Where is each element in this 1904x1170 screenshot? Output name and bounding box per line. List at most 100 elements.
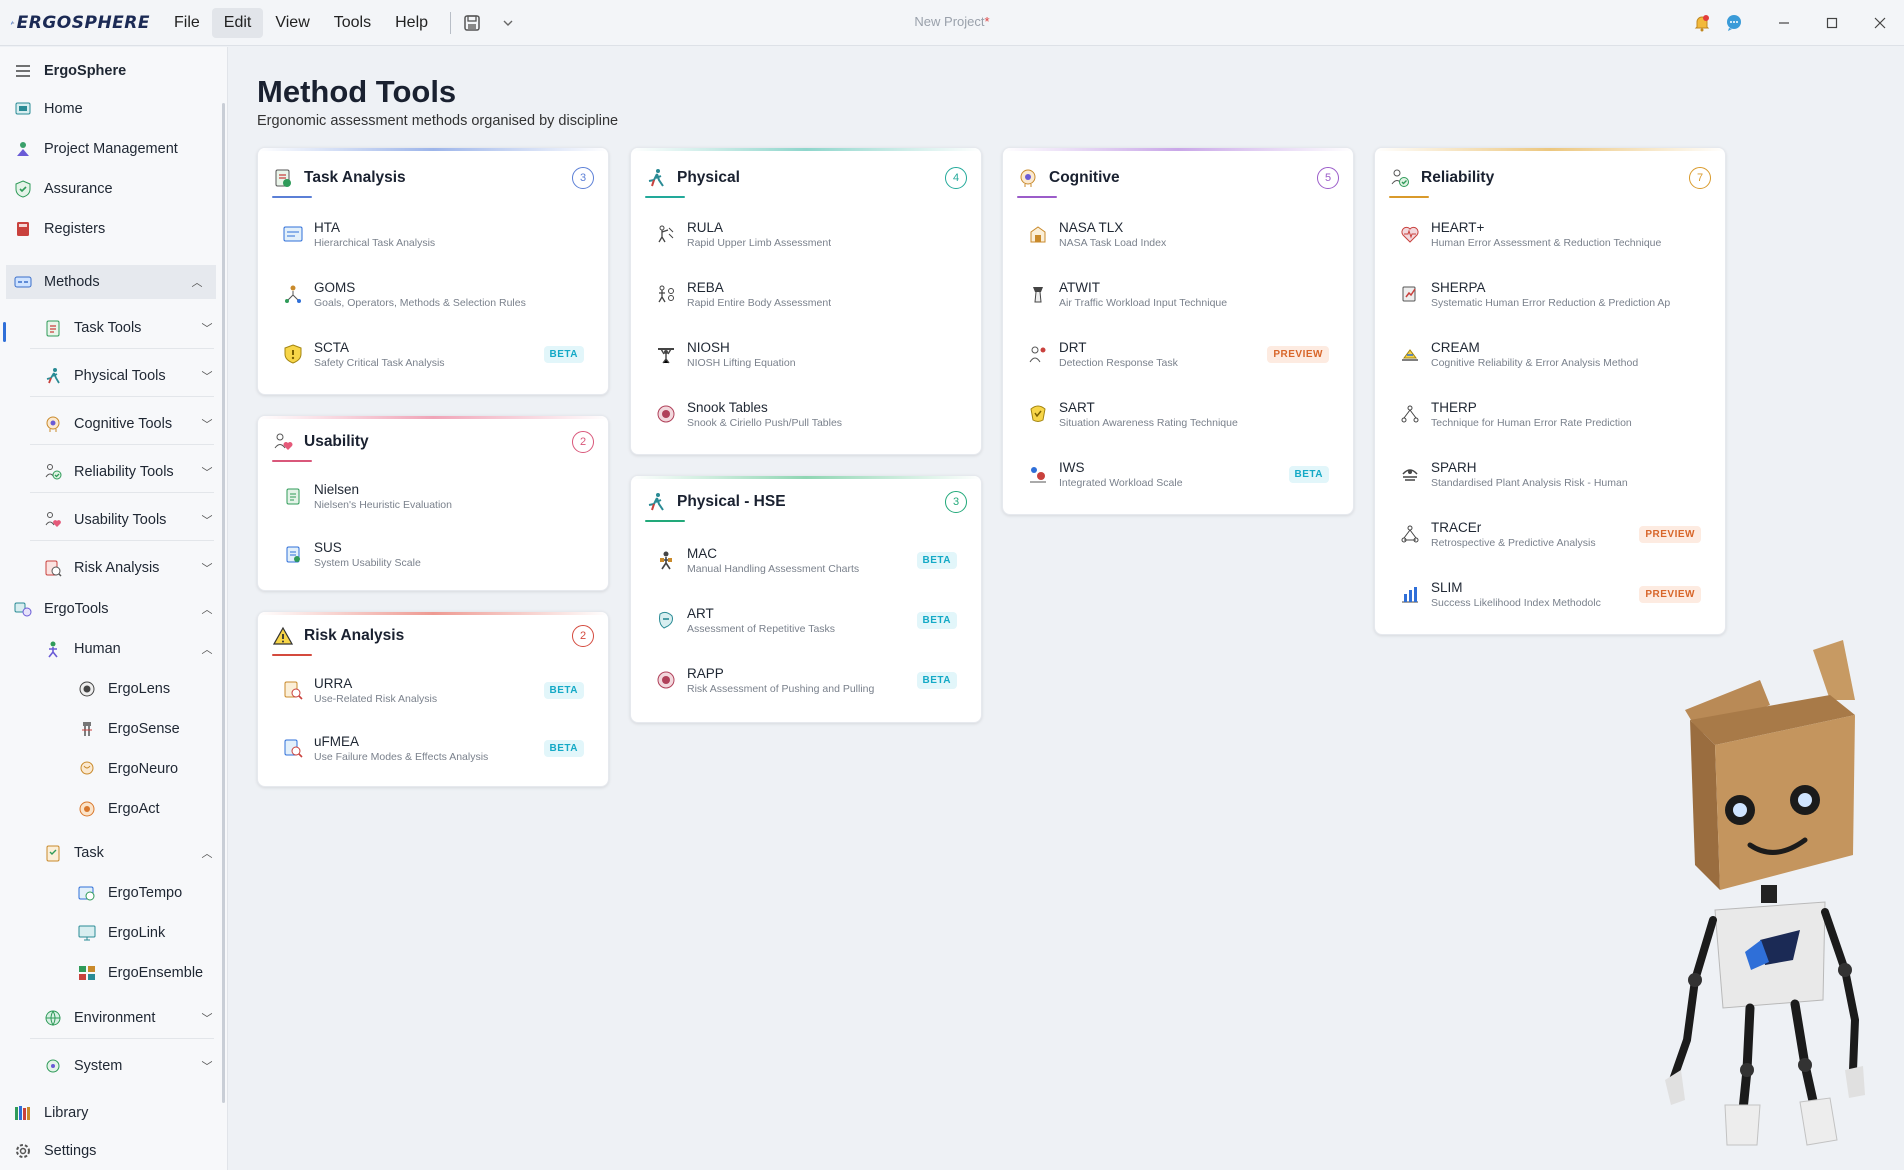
chevron-up-icon[interactable]: ︿ [200,641,214,657]
chevron-down-icon[interactable]: ﹀ [200,464,214,480]
sidebar-item-usability-tools[interactable]: Usability Tools ﹀ [30,499,214,541]
chevron-down-icon[interactable]: ﹀ [200,560,214,576]
chat-icon[interactable] [1718,0,1750,46]
shield-check-icon [14,180,32,198]
tool-scta[interactable]: SCTA Safety Critical Task Analysis BETA [272,332,594,376]
tool-ufmea[interactable]: uFMEA Use Failure Modes & Effects Analysi… [272,726,594,770]
card-usability: Usability 2 Nielsen Nielsen's Heuristic E… [257,415,609,591]
tool-urra[interactable]: URRA Use-Related Risk Analysis BETA [272,668,594,712]
minimize-icon[interactable] [1760,0,1808,46]
tool-heart-plus[interactable]: HEART+ Human Error Assessment & Reduction… [1389,212,1711,256]
menu-help[interactable]: Help [383,8,440,38]
sidebar-item-ergotempo[interactable]: ErgoTempo [78,879,214,907]
chevron-up-icon[interactable]: ︿ [190,274,204,290]
ensemble-icon [78,964,96,982]
hamburger-menu-icon[interactable] [14,62,32,80]
tool-hta[interactable]: HTA Hierarchical Task Analysis [272,212,594,256]
sidebar-item-methods[interactable]: Methods ︿ [6,265,216,299]
tool-atwit[interactable]: ATWIT Air Traffic Workload Input Techniqu… [1017,272,1339,316]
chevron-down-icon[interactable]: ﹀ [200,416,214,432]
sidebar-item-physical-tools[interactable]: Physical Tools ﹀ [30,355,214,397]
chevron-up-icon[interactable]: ︿ [200,845,214,861]
sidebar-item-assurance[interactable]: Assurance [14,177,214,201]
sidebar-item-ergosense[interactable]: ErgoSense [78,715,214,743]
tool-iws[interactable]: IWS Integrated Workload Scale BETA [1017,452,1339,496]
sidebar-scrollbar[interactable] [222,103,225,1103]
tool-spar-h[interactable]: SPARH Standardised Plant Analysis Risk - … [1389,452,1711,496]
tool-drt[interactable]: DRT Detection Response Task PREVIEW [1017,332,1339,376]
chevron-up-icon[interactable]: ︿ [200,601,214,617]
app-logo: ERGOSPHERE [10,12,150,34]
sidebar-item-system[interactable]: System ﹀ [30,1045,214,1087]
tool-sart[interactable]: SART Situation Awareness Rating Technique [1017,392,1339,436]
tool-nasa-tlx[interactable]: NASA TLX NASA Task Load Index [1017,212,1339,256]
card-accent-line [1375,148,1725,151]
sidebar-item-task-tools[interactable]: Task Tools ﹀ [30,307,214,349]
tool-reba[interactable]: REBA Rapid Entire Body Assessment [645,272,967,316]
sidebar-item-human[interactable]: Human ︿ [30,635,214,663]
close-icon[interactable] [1856,0,1904,46]
card-accent-line [631,148,981,151]
sidebar-item-ergoensemble[interactable]: ErgoEnsemble [78,959,214,987]
menu-view[interactable]: View [263,8,321,38]
chevron-down-icon[interactable]: ﹀ [200,1010,214,1026]
tool-therp[interactable]: THERP Technique for Human Error Rate Pred… [1389,392,1711,436]
system-icon [44,1057,62,1075]
save-icon[interactable] [461,12,483,34]
sidebar-item-settings[interactable]: Settings [14,1137,214,1165]
sidebar-item-environment[interactable]: Environment ﹀ [30,997,214,1039]
sidebar-item-label: Human [74,641,121,657]
sidebar-item-ergoneuro[interactable]: ErgoNeuro [78,755,214,783]
scale-form-icon [282,543,304,565]
sidebar-item-ergoact[interactable]: ErgoAct [78,795,214,823]
tool-tracer[interactable]: TRACEr Retrospective & Predictive Analysi… [1389,512,1711,556]
tool-goms[interactable]: GOMS Goals, Operators, Methods & Selectio… [272,272,594,316]
app-logo-text: ERGOSPHERE [16,12,150,33]
tool-snook-tables[interactable]: Snook Tables Snook & Ciriello Push/Pull T… [645,392,967,436]
sidebar-item-ergolens[interactable]: ErgoLens [78,675,214,703]
tool-nielsen[interactable]: Nielsen Nielsen's Heuristic Evaluation [272,474,594,518]
sidebar-item-task[interactable]: Task ︿ [30,839,214,867]
chevron-down-icon[interactable]: ﹀ [200,320,214,336]
tool-art[interactable]: ART Assessment of Repetitive Tasks BETA [645,598,967,642]
sidebar-item-project-management[interactable]: Project Management [14,137,214,161]
tool-slim[interactable]: SLIM Success Likelihood Index Methodolc P… [1389,572,1711,616]
box-robot-mascot [1665,640,1865,1146]
tool-cream[interactable]: CREAM Cognitive Reliability & Error Analy… [1389,332,1711,376]
tool-name: URRA [314,675,353,691]
chevron-down-icon[interactable] [497,12,519,34]
reliability-icon [44,463,62,481]
push-pull-icon [655,403,677,425]
chevron-down-icon[interactable]: ﹀ [200,512,214,528]
book-icon [14,220,32,238]
sidebar-item-ergolink[interactable]: ErgoLink [78,919,214,947]
chevron-down-icon[interactable]: ﹀ [200,368,214,384]
maximize-icon[interactable] [1808,0,1856,46]
tool-rula[interactable]: RULA Rapid Upper Limb Assessment [645,212,967,256]
tool-rapp[interactable]: RAPP Risk Assessment of Pushing and Pulli… [645,658,967,702]
sidebar-item-ergotools[interactable]: ErgoTools ︿ [14,595,214,623]
notification-bell-icon[interactable] [1686,0,1718,46]
beta-badge: BETA [916,611,957,629]
menu-tools[interactable]: Tools [322,8,383,38]
sidebar-item-home[interactable]: Home [14,97,214,121]
sidebar-item-cognitive-tools[interactable]: Cognitive Tools ﹀ [30,403,214,445]
sidebar-item-reliability-tools[interactable]: Reliability Tools ﹀ [30,451,214,493]
sidebar-item-library[interactable]: Library [14,1099,214,1127]
tool-mac[interactable]: MAC Manual Handling Assessment Charts BET… [645,538,967,582]
sidebar-header[interactable]: ErgoSphere [14,59,214,83]
sidebar-item-registers[interactable]: Registers [14,217,214,241]
tool-name: CREAM [1431,339,1480,355]
tool-description: Standardised Plant Analysis Risk - Human [1431,476,1628,489]
sidebar-item-label: Reliability Tools [74,463,174,480]
menu-edit[interactable]: Edit [211,7,264,38]
sidebar-item-risk-analysis[interactable]: Risk Analysis ﹀ [30,547,214,589]
sidebar-item-label: System [74,1058,123,1074]
card-count-badge: 7 [1689,167,1711,189]
tool-sherpa[interactable]: SHERPA Systematic Human Error Reduction &… [1389,272,1711,316]
menu-file[interactable]: File [162,8,212,38]
chevron-down-icon[interactable]: ﹀ [200,1058,214,1074]
tool-niosh[interactable]: NIOSH NIOSH Lifting Equation [645,332,967,376]
card-physical: Physical 4 RULA Rapid Upper Limb Assessme… [630,147,982,455]
tool-sus[interactable]: SUS System Usability Scale [272,532,594,576]
